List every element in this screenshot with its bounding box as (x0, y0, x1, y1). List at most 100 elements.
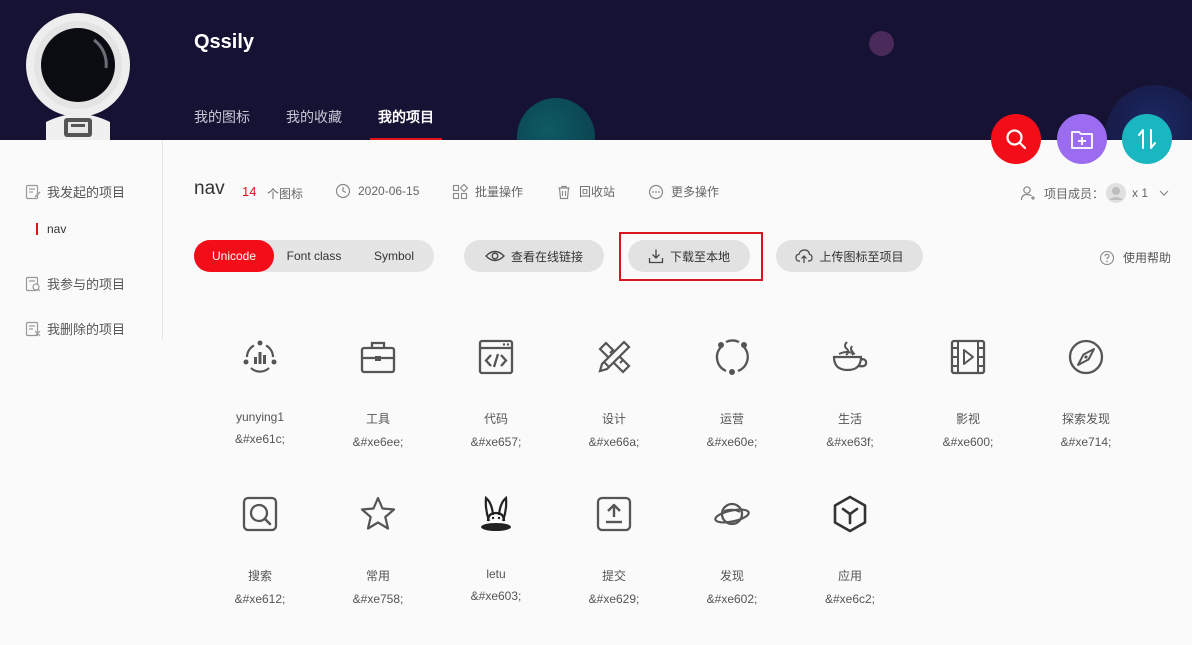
icon-card-search[interactable]: 搜索 &#xe612; (201, 494, 319, 606)
sidebar-subitem-label: nav (47, 222, 67, 236)
recycle-bin-label: 回收站 (579, 185, 616, 199)
tab-my-icons[interactable]: 我的图标 (194, 107, 250, 127)
more-operations-label: 更多操作 (671, 185, 720, 199)
planet-icon (712, 494, 752, 534)
batch-grid-icon (452, 183, 468, 199)
chevron-down-icon (1159, 190, 1169, 196)
tab-my-projects[interactable]: 我的项目 (378, 107, 434, 127)
avatar[interactable] (24, 10, 132, 140)
add-project-button[interactable] (1057, 114, 1107, 164)
sidebar-item-joined-projects[interactable]: 我参与的项目 (25, 274, 125, 293)
format-segmented-control: Unicode Font class Symbol (194, 240, 434, 272)
icon-count: 14 (242, 184, 257, 199)
icon-card-design[interactable]: 设计 &#xe66a; (555, 337, 673, 449)
icon-name: 生活 (837, 412, 862, 426)
icon-card-tools[interactable]: 工具 &#xe6ee; (319, 337, 437, 449)
upload-icons-label: 上传图标至项目 (819, 249, 904, 264)
icon-card-common[interactable]: 常用 &#xe758; (319, 494, 437, 606)
view-online-link-label: 查看在线链接 (510, 249, 583, 264)
decor-planet-small (869, 31, 894, 56)
search-square-icon (240, 494, 280, 534)
icon-name: 工具 (365, 412, 390, 426)
icon-card-code[interactable]: 代码 &#xe657; (437, 337, 555, 449)
sort-button[interactable] (1122, 114, 1172, 164)
search-button[interactable] (991, 114, 1041, 164)
recycle-bin-button[interactable]: 回收站 (556, 183, 615, 200)
members-count: x 1 (1132, 186, 1149, 200)
sidebar-item-deleted-projects[interactable]: 我删除的项目 (25, 319, 125, 338)
icon-card-explore[interactable]: 探索发现 &#xe714; (1027, 337, 1145, 449)
segment-unicode[interactable]: Unicode (194, 240, 274, 272)
sidebar-item-label: 我删除的项目 (47, 322, 126, 337)
icon-name: 代码 (483, 412, 508, 426)
icon-card-film[interactable]: 影视 &#xe600; (909, 337, 1027, 449)
more-operations-button[interactable]: 更多操作 (648, 183, 719, 200)
search-icon (1006, 129, 1027, 150)
icon-name: letu (486, 567, 506, 581)
icon-name: 设计 (601, 412, 626, 426)
project-members[interactable]: 项目成员： x 1 (1020, 182, 1170, 204)
help-circle-icon (1099, 250, 1115, 265)
toolbox-icon (358, 337, 398, 377)
icon-code: &#xe60e; (706, 435, 758, 449)
tab-my-favorites[interactable]: 我的收藏 (286, 107, 342, 127)
project-member-icon (25, 276, 41, 291)
project-date: 2020-06-15 (335, 183, 419, 199)
icon-code: &#xe603; (470, 589, 522, 603)
icon-code: &#xe602; (706, 592, 758, 606)
icon-name: 发现 (719, 569, 744, 583)
icon-card-apps[interactable]: 应用 &#xe6c2; (791, 494, 909, 606)
trash-icon (558, 185, 570, 199)
project-owner-icon (25, 184, 41, 199)
icon-name: 探索发现 (1061, 412, 1110, 426)
icon-card-operations[interactable]: 运营 &#xe60e; (673, 337, 791, 449)
upload-icons-button[interactable]: 上传图标至项目 (776, 240, 923, 272)
icon-card-submit[interactable]: 提交 &#xe629; (555, 494, 673, 606)
icon-name: yunying1 (235, 410, 285, 424)
icon-code: &#xe600; (942, 435, 994, 449)
icon-name: 运营 (719, 412, 744, 426)
batch-operation-label: 批量操作 (475, 185, 524, 199)
icon-code: &#xe6ee; (352, 435, 404, 449)
icon-name: 应用 (837, 569, 862, 583)
more-dots-icon (648, 184, 664, 199)
help-label: 使用帮助 (1123, 251, 1172, 265)
upload-box-icon (594, 494, 634, 534)
help-link[interactable]: 使用帮助 (1099, 249, 1171, 266)
icon-code: &#xe61c; (234, 432, 286, 446)
film-play-icon (948, 337, 988, 377)
astronaut-avatar-icon (26, 13, 130, 140)
icon-card-discover[interactable]: 发现 &#xe602; (673, 494, 791, 606)
icon-card-letu[interactable]: letu &#xe603; (437, 494, 555, 603)
icon-count-label: 个图标 (267, 187, 304, 201)
icon-code: &#xe629; (588, 592, 640, 606)
rabbit-hat-icon (476, 494, 516, 534)
sidebar-item-owned-projects[interactable]: 我发起的项目 (25, 182, 125, 201)
sidebar-subitem-nav[interactable]: nav (36, 222, 66, 236)
icon-code: &#xe63f; (826, 435, 874, 449)
icon-code: &#xe6c2; (824, 592, 876, 606)
username: Qssily (194, 31, 255, 53)
icon-card-life[interactable]: 生活 &#xe63f; (791, 337, 909, 449)
view-online-link-button[interactable]: 查看在线链接 (464, 240, 604, 272)
pencil-ruler-icon (594, 337, 634, 377)
icon-name: 影视 (955, 412, 980, 426)
folder-add-icon (1071, 131, 1093, 149)
icon-card-yunying1[interactable]: yunying1 &#xe61c; (201, 337, 319, 446)
star-icon (358, 494, 398, 534)
batch-operation-button[interactable]: 批量操作 (452, 183, 523, 200)
eye-icon (485, 250, 505, 262)
project-deleted-icon (25, 321, 41, 336)
icon-code: &#xe66a; (588, 435, 640, 449)
project-date-text: 2020-06-15 (358, 184, 420, 198)
clock-icon (335, 183, 351, 199)
member-avatar-icon (1106, 183, 1127, 203)
segment-font-class[interactable]: Font class (274, 240, 354, 272)
highlight-box (619, 232, 763, 281)
segment-symbol[interactable]: Symbol (354, 240, 434, 272)
icon-code: &#xe612; (234, 592, 286, 606)
cloud-upload-icon (795, 249, 814, 263)
code-window-icon (476, 337, 516, 377)
icon-code: &#xe657; (470, 435, 522, 449)
decor-planet-teal (517, 98, 595, 140)
